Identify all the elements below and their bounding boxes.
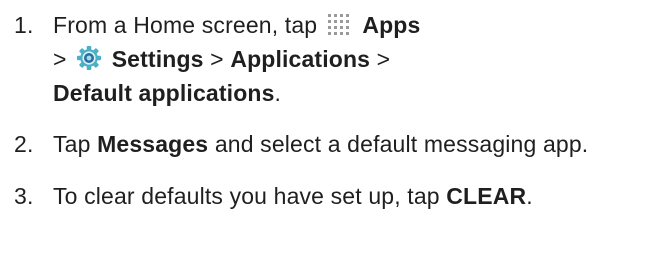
step-text-fragment: From a Home screen, tap [53,12,318,38]
step-end-punctuation: . [274,80,282,106]
step-text: From a Home screen, tap Apps > Settings … [53,8,642,110]
messages-label: Messages [97,131,209,157]
settings-label: Settings [111,46,204,72]
apps-grid-icon [327,13,353,37]
applications-label: Applications [230,46,371,72]
step-number: 3. [14,183,34,209]
step-text-fragment: and select a default messaging app. [214,131,589,157]
path-separator: > [53,46,67,72]
settings-gear-icon [76,45,102,71]
step-text: Tap Messages and select a default messag… [53,127,642,161]
step-2: 2. Tap Messages and select a default mes… [14,127,642,161]
path-separator: > [376,46,391,72]
step-number: 2. [14,131,34,157]
clear-label: CLEAR [446,183,527,209]
step-end-punctuation: . [526,183,533,209]
step-1: 1. From a Home screen, tap Apps > Settin… [14,8,642,110]
apps-label: Apps [362,12,421,38]
step-text: To clear defaults you have set up, tap C… [53,179,642,213]
step-number: 1. [14,12,34,38]
path-separator: > [210,46,224,72]
step-3: 3. To clear defaults you have set up, ta… [14,179,642,213]
instruction-list: 1. From a Home screen, tap Apps > Settin… [14,8,642,213]
step-text-fragment: Tap [53,131,91,157]
default-applications-label: Default applications [53,80,275,106]
step-text-fragment: To clear defaults you have set up, tap [53,183,440,209]
